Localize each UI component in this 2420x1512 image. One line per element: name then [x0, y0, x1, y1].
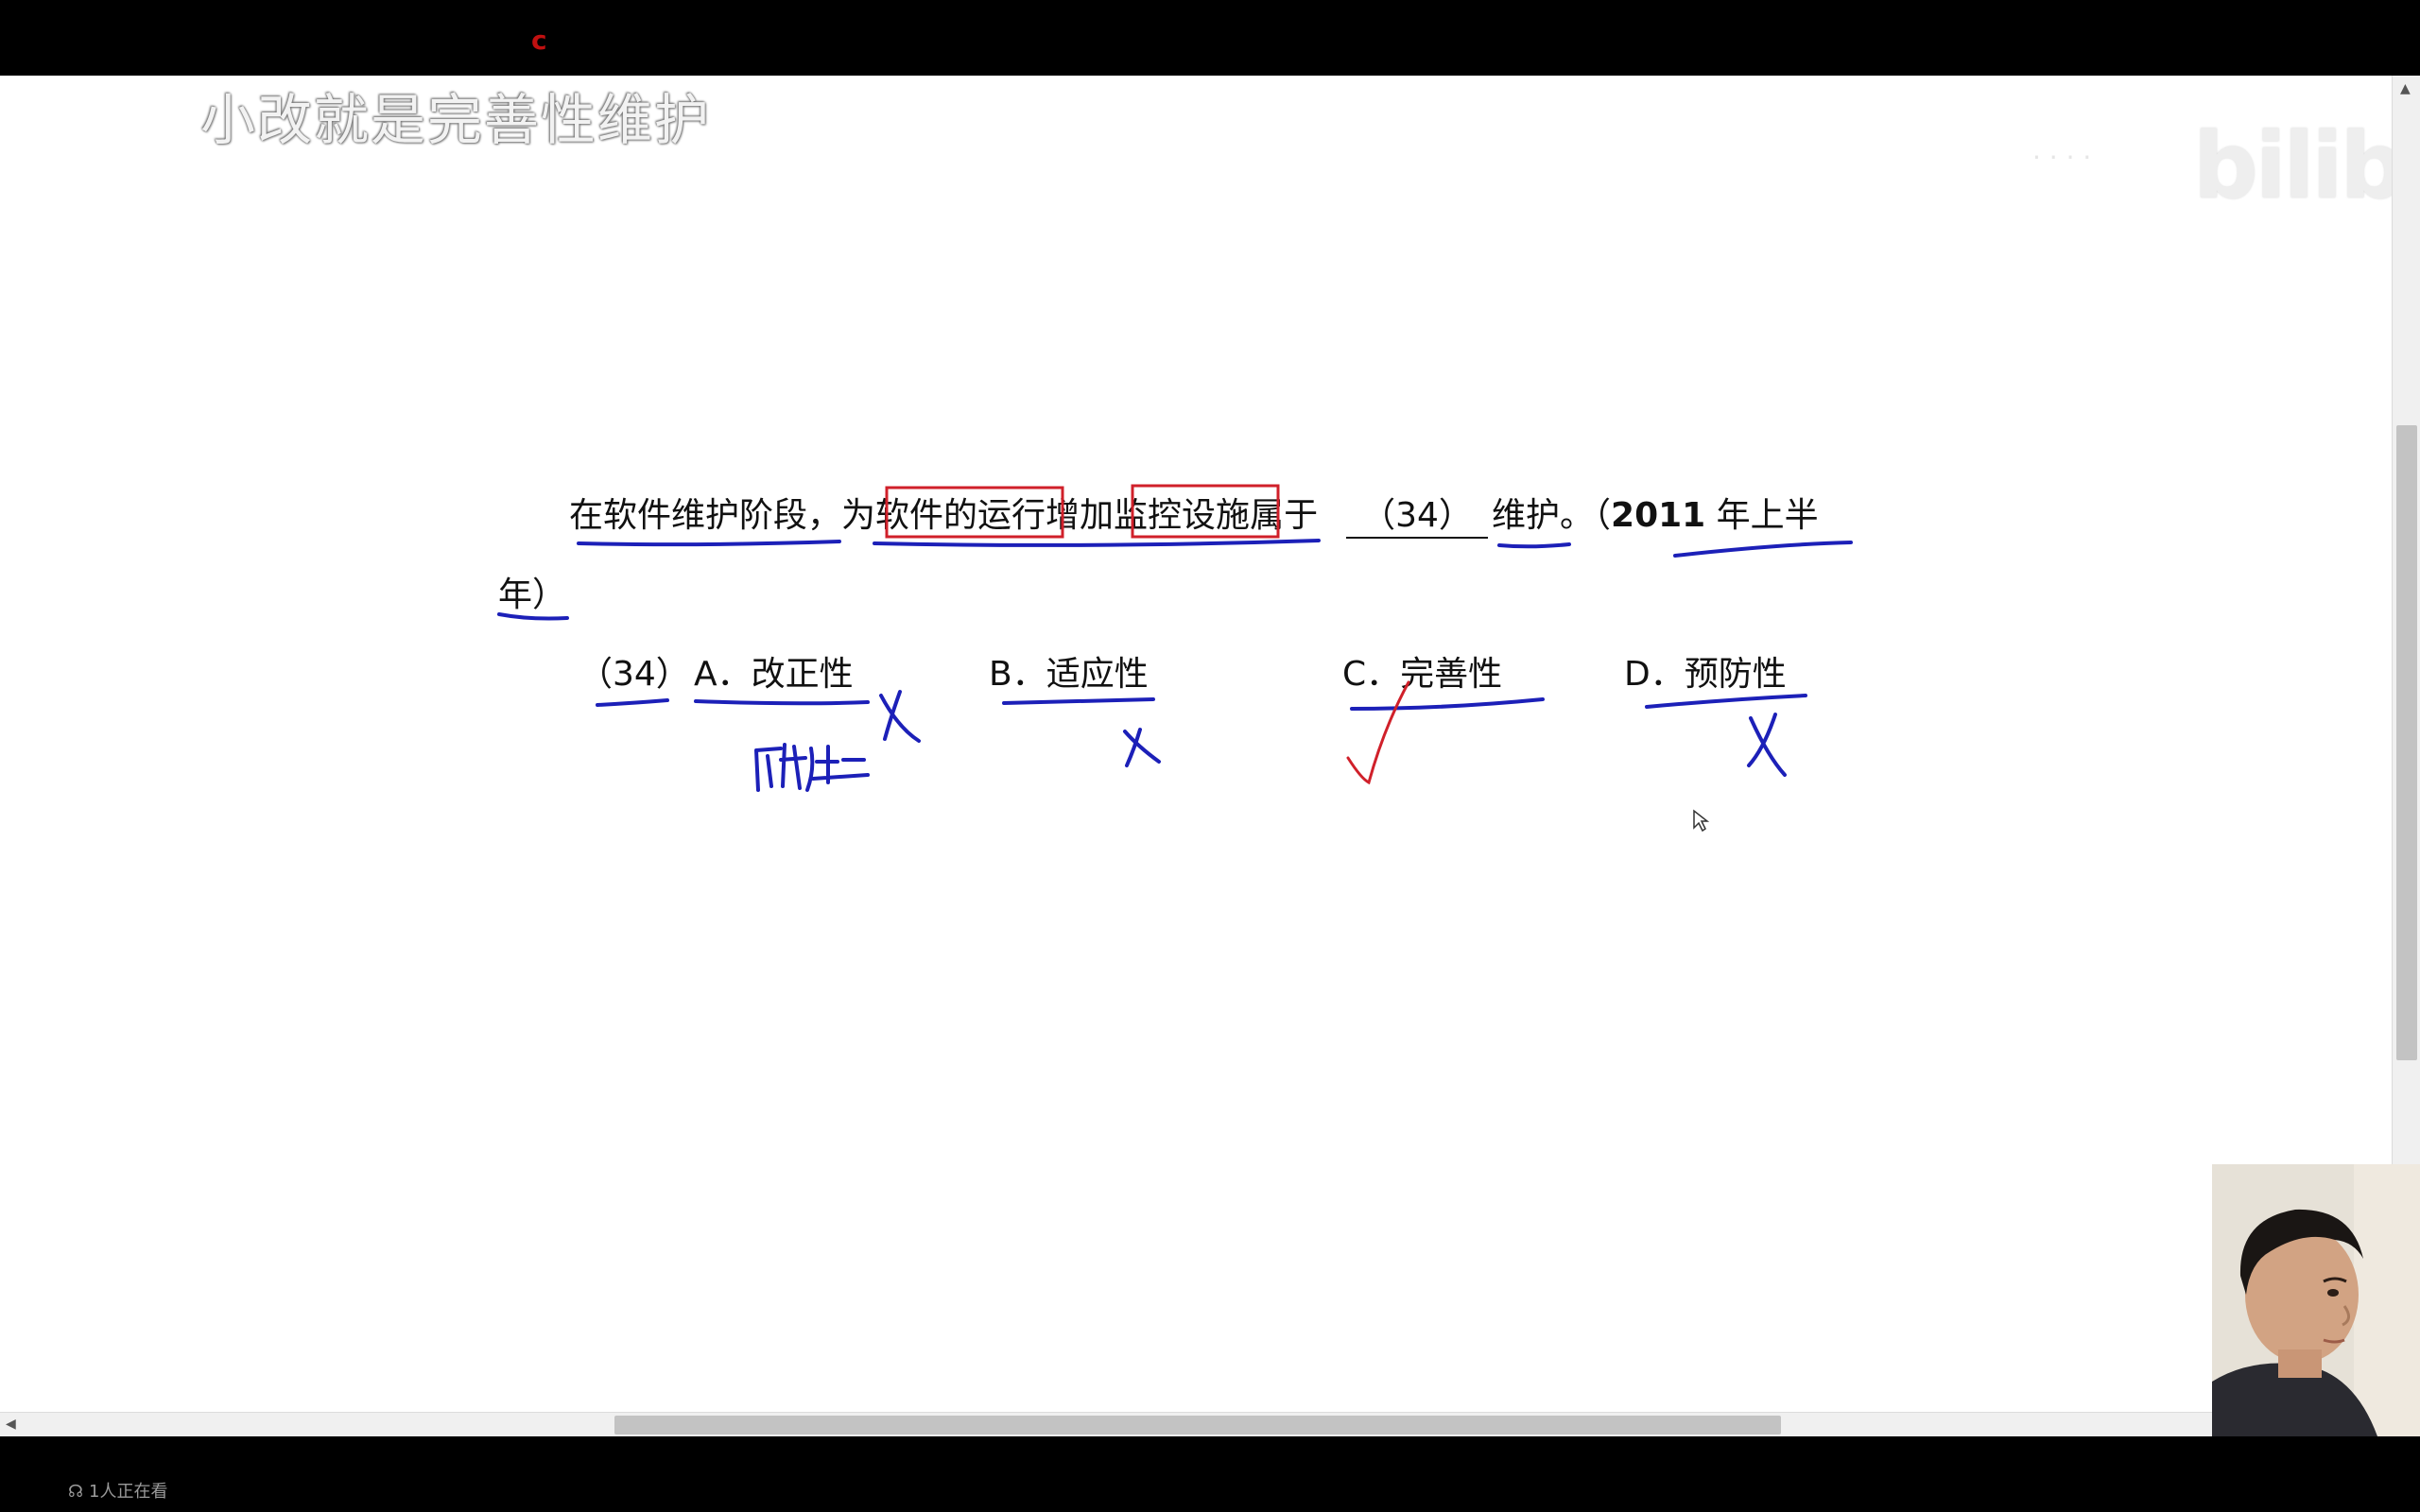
underline-stroke	[577, 540, 841, 547]
option-d[interactable]: D．预防性	[1624, 646, 1787, 696]
handwritten-x-mark	[1747, 713, 1777, 767]
option-text: 完善性	[1400, 655, 1503, 694]
question-segment-boxed: 软件的运行	[875, 496, 1046, 535]
question-line-1-tail: 维护。（2011 年上半	[1492, 488, 1819, 537]
horizontal-scroll-thumb[interactable]	[614, 1416, 1781, 1435]
option-a[interactable]: A．改正性	[694, 646, 854, 696]
option-text: 适应性	[1046, 655, 1149, 694]
question-line-1: 在软件维护阶段，为软件的运行增加监控设施属于	[569, 488, 1318, 537]
option-text: 预防性	[1684, 655, 1787, 694]
question-blank: （34）	[1346, 488, 1488, 539]
handwritten-x-mark	[1749, 716, 1787, 777]
handwritten-note-scribble	[754, 743, 870, 792]
pen-annotations-overlay	[497, 484, 1853, 833]
option-c[interactable]: C．完善性	[1342, 646, 1502, 696]
handwritten-x-mark	[879, 694, 921, 743]
handwritten-x-mark	[1125, 728, 1142, 767]
underline-stroke	[873, 539, 1321, 547]
presenter-webcam-overlay	[2212, 1164, 2420, 1436]
handwritten-x-mark	[883, 690, 902, 741]
underline-stroke	[1350, 697, 1545, 711]
option-letter: D．	[1624, 655, 1685, 694]
headphone-icon: ☊	[68, 1482, 83, 1502]
underline-stroke	[1673, 541, 1853, 558]
underline-stroke	[1645, 694, 1807, 709]
question-line-2: 年）	[498, 576, 567, 614]
subtitle-caption: 小改就是完善性维护	[200, 88, 712, 152]
question-segment: 属于	[1250, 496, 1319, 535]
channel-logo-icon: c	[531, 25, 547, 56]
option-b[interactable]: B．适应性	[989, 646, 1149, 696]
bilibili-watermark-logo: bilibili	[2193, 113, 2420, 219]
question-segment: 年上半	[1705, 496, 1819, 535]
underline-stroke	[694, 699, 870, 706]
watermark-prefix: · · · ·	[2032, 142, 2092, 173]
question-segment: 增加	[1046, 496, 1115, 535]
viewer-count-label: 1人正在看	[89, 1482, 168, 1502]
question-segment: 维护。（	[1492, 496, 1612, 535]
question-segment: 在软件维护阶段，为	[569, 496, 876, 535]
scroll-left-arrow-icon[interactable]: ◀	[6, 1417, 16, 1432]
option-letter: B．	[989, 655, 1046, 694]
mouse-cursor-icon	[1693, 809, 1710, 833]
video-top-bar: c	[0, 0, 2420, 76]
underline-stroke	[1497, 542, 1571, 549]
question-number: （34）	[579, 655, 690, 694]
option-text: 改正性	[751, 655, 854, 694]
video-frame[interactable]: 小改就是完善性维护 · · · · bilibili 在软件维护阶段，为软件的运…	[0, 76, 2420, 1436]
option-letter: C．	[1342, 655, 1401, 694]
handwritten-check-mark	[1346, 680, 1410, 785]
presenter-avatar	[2212, 1164, 2420, 1436]
question-year: 2011	[1611, 496, 1706, 535]
question-segment-boxed: 监控设施	[1114, 496, 1251, 535]
vertical-scroll-thumb[interactable]	[2396, 425, 2417, 1060]
viewer-count: ☊ 1人正在看	[68, 1478, 167, 1503]
video-bottom-bar: ☊ 1人正在看	[0, 1436, 2420, 1512]
scroll-up-arrow-icon[interactable]: ▲	[2400, 81, 2411, 96]
horizontal-scrollbar[interactable]: ◀	[0, 1412, 2212, 1436]
option-letter: A．	[694, 655, 752, 694]
underline-stroke	[1002, 697, 1155, 705]
handwritten-x-mark	[1123, 730, 1161, 764]
underline-stroke	[596, 698, 669, 707]
